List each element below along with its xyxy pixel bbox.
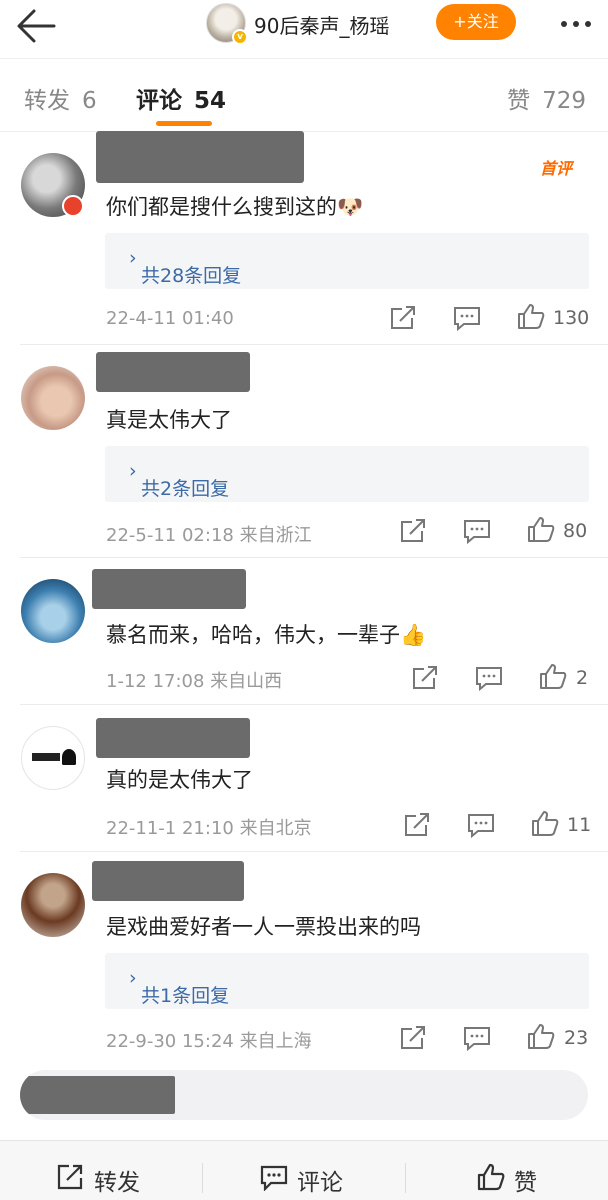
thumbs-up-emoji-icon: 👍 xyxy=(400,623,427,647)
tab-comment-count: 54 xyxy=(194,88,227,114)
comment-body: 真的是太伟大了 xyxy=(106,768,253,792)
tab-forward-label: 转发 xyxy=(24,88,70,114)
forward-icon xyxy=(57,1164,83,1190)
comment-body: 你们都是搜什么搜到这的 xyxy=(106,195,337,219)
like-icon[interactable] xyxy=(538,663,568,689)
redacted-input-text xyxy=(20,1076,175,1114)
doge-emoji-icon: 🐶 xyxy=(337,195,364,219)
redacted-username xyxy=(96,718,250,758)
comment-meta: 22-9-30 15:24 来自上海 xyxy=(106,1031,312,1052)
tab-forward-count: 6 xyxy=(82,88,97,114)
comment-body: 慕名而来，哈哈，伟大，一辈子 xyxy=(106,623,400,647)
comment-button[interactable]: 评论 xyxy=(203,1141,405,1200)
like-count: 130 xyxy=(553,307,590,329)
tab-comment-label: 评论 xyxy=(136,88,182,114)
like-icon[interactable] xyxy=(526,1023,556,1049)
comment-body: 真是太伟大了 xyxy=(106,408,232,432)
divider xyxy=(20,344,608,345)
member-badge-icon xyxy=(62,195,84,217)
redacted-username xyxy=(92,861,244,901)
divider xyxy=(20,704,608,705)
tab-comment[interactable]: 评论 54 xyxy=(136,81,226,115)
comment-meta: 22-5-11 02:18 来自浙江 xyxy=(106,525,312,546)
commenter-avatar[interactable] xyxy=(21,873,85,937)
avatar-logo-shape xyxy=(62,749,76,765)
tab-like[interactable]: 赞 729 xyxy=(507,81,586,115)
like-icon[interactable] xyxy=(530,810,560,836)
like-icon xyxy=(477,1163,505,1191)
forward-button[interactable]: 转发 xyxy=(0,1141,202,1200)
comment-item: 首评 你们都是搜什么搜到这的🐶 共28条回复 › 22-4-11 01:40 1… xyxy=(0,131,608,345)
like-count: 11 xyxy=(567,814,592,836)
share-icon[interactable] xyxy=(398,518,428,544)
avatar-logo xyxy=(32,753,60,761)
top-bar: v 90后秦声_杨瑶 +关注 xyxy=(0,0,608,58)
share-icon[interactable] xyxy=(388,305,418,331)
comment-item: 是戏曲爱好者一人一票投出来的吗 共1条回复 › 22-9-30 15:24 来自… xyxy=(0,853,608,1063)
replies-link[interactable]: 共28条回复 › xyxy=(105,233,589,289)
comment-item: 真的是太伟大了 22-11-1 21:10 来自北京 11 xyxy=(0,706,608,852)
like-count: 2 xyxy=(576,667,589,689)
replies-count: 共2条回复 xyxy=(141,478,230,500)
comment-item: 真是太伟大了 共2条回复 › 22-5-11 02:18 来自浙江 80 xyxy=(0,346,608,558)
tab-forward[interactable]: 转发 6 xyxy=(24,81,97,115)
comment-item: 慕名而来，哈哈，伟大，一辈子👍 1-12 17:08 来自山西 2 xyxy=(0,559,608,705)
commenter-avatar[interactable] xyxy=(21,579,85,643)
like-label: 赞 xyxy=(514,1170,537,1196)
first-comment-tag: 首评 xyxy=(540,159,573,178)
comment-text: 你们都是搜什么搜到这的🐶 xyxy=(106,191,363,221)
more-options-icon[interactable] xyxy=(556,6,596,38)
replies-link[interactable]: 共1条回复 › xyxy=(105,953,589,1009)
comment-meta: 22-11-1 21:10 来自北京 xyxy=(106,818,312,839)
redacted-username xyxy=(96,352,250,392)
active-tab-indicator xyxy=(156,121,212,126)
share-icon[interactable] xyxy=(402,812,432,838)
comment-meta: 1-12 17:08 来自山西 xyxy=(106,671,283,692)
like-count: 23 xyxy=(564,1027,589,1049)
bottom-action-bar: 转发 评论 赞 xyxy=(0,1140,608,1200)
author-name[interactable]: 90后秦声_杨瑶 xyxy=(254,10,389,39)
commenter-avatar[interactable] xyxy=(21,366,85,430)
like-icon[interactable] xyxy=(526,516,556,542)
like-count: 80 xyxy=(563,520,588,542)
share-icon[interactable] xyxy=(398,1025,428,1051)
follow-button[interactable]: +关注 xyxy=(436,4,516,40)
author-avatar[interactable]: v xyxy=(206,3,248,45)
reply-icon[interactable] xyxy=(462,1025,492,1051)
tab-bar: 转发 6 评论 54 赞 729 xyxy=(0,58,608,132)
replies-link[interactable]: 共2条回复 › xyxy=(105,446,589,502)
reply-icon[interactable] xyxy=(462,518,492,544)
commenter-avatar[interactable] xyxy=(21,726,85,790)
divider xyxy=(20,557,608,558)
like-icon[interactable] xyxy=(516,303,546,329)
like-button[interactable]: 赞 xyxy=(406,1141,608,1200)
replies-count: 共28条回复 xyxy=(141,265,242,287)
reply-icon[interactable] xyxy=(474,665,504,691)
forward-label: 转发 xyxy=(94,1170,140,1196)
comment-icon xyxy=(260,1165,288,1191)
comment-body: 是戏曲爱好者一人一票投出来的吗 xyxy=(106,915,421,939)
comment-meta: 22-4-11 01:40 xyxy=(106,308,234,329)
back-arrow-icon[interactable] xyxy=(14,6,60,46)
verified-badge-icon: v xyxy=(232,29,248,45)
redacted-username xyxy=(92,569,246,609)
tab-like-label: 赞 xyxy=(507,88,531,114)
comment-label: 评论 xyxy=(297,1170,343,1196)
replies-count: 共1条回复 xyxy=(141,985,230,1007)
comment-text: 慕名而来，哈哈，伟大，一辈子👍 xyxy=(106,619,426,649)
reply-icon[interactable] xyxy=(466,812,496,838)
reply-icon[interactable] xyxy=(452,305,482,331)
comment-input[interactable] xyxy=(20,1070,588,1120)
divider xyxy=(20,851,608,852)
tab-like-count: 729 xyxy=(542,88,586,114)
redacted-username xyxy=(96,131,304,183)
share-icon[interactable] xyxy=(410,665,440,691)
